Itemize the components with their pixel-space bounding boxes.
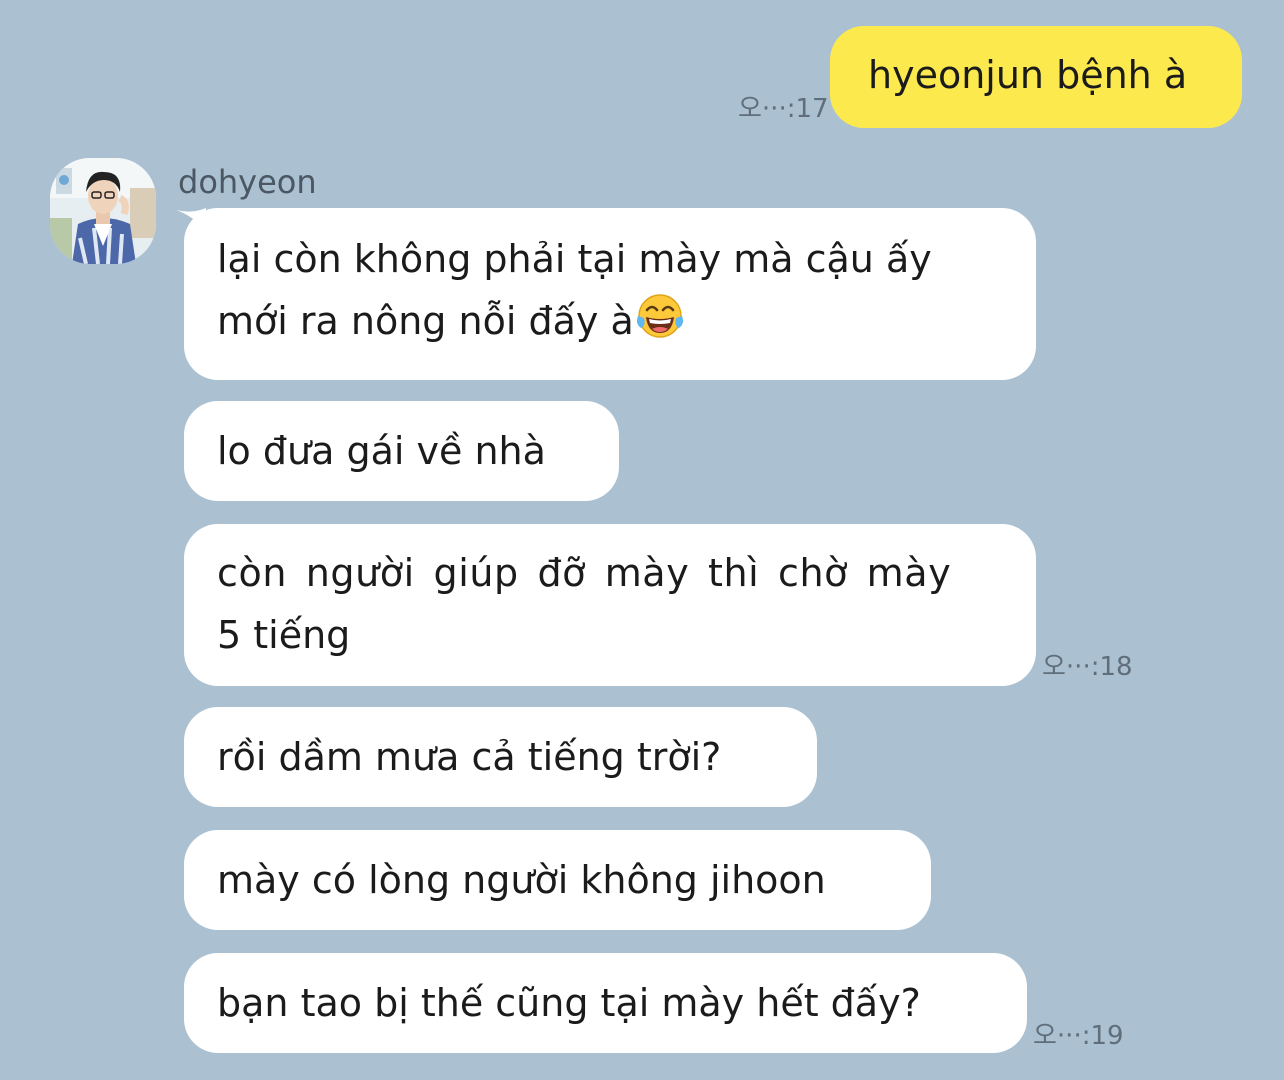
message-timestamp: 오···:17	[738, 94, 829, 124]
incoming-message-bubble[interactable]: còn người giúp đỡ mày thì chờ mày 5 tiến…	[184, 524, 1036, 686]
incoming-message-bubble[interactable]: bạn tao bị thế cũng tại mày hết đấy?	[184, 953, 1027, 1053]
profile-photo	[50, 158, 156, 264]
incoming-message-bubble[interactable]: lo đưa gái về nhà	[184, 401, 619, 501]
incoming-message-bubble[interactable]: mày có lòng người không jihoon	[184, 830, 931, 930]
avatar[interactable]	[50, 158, 156, 264]
outgoing-message-bubble[interactable]: hyeonjun bệnh à	[830, 26, 1242, 128]
message-timestamp: 오···:18	[1042, 652, 1133, 682]
message-text: mày có lòng người không jihoon	[217, 858, 826, 902]
message-text-line: mới ra nông nỗi đấy à	[217, 290, 1036, 352]
message-timestamp: 오···:19	[1033, 1021, 1124, 1051]
incoming-message-bubble[interactable]: rồi dầm mưa cả tiếng trời?	[184, 707, 817, 807]
sender-name[interactable]: dohyeon	[178, 162, 317, 202]
message-text: rồi dầm mưa cả tiếng trời?	[217, 735, 722, 779]
message-text: lo đưa gái về nhà	[217, 429, 546, 473]
message-text: bạn tao bị thế cũng tại mày hết đấy?	[217, 981, 921, 1025]
message-text-line: còn người giúp đỡ mày thì chờ mày	[217, 551, 952, 595]
message-text-line: 5 tiếng	[217, 613, 351, 657]
message-text: hyeonjun bệnh à	[868, 53, 1188, 97]
tears-of-joy-emoji-icon	[636, 294, 683, 338]
incoming-message-bubble[interactable]: lại còn không phải tại mày mà cậu ấy mới…	[184, 208, 1036, 380]
message-text-line: lại còn không phải tại mày mà cậu ấy	[217, 237, 932, 281]
